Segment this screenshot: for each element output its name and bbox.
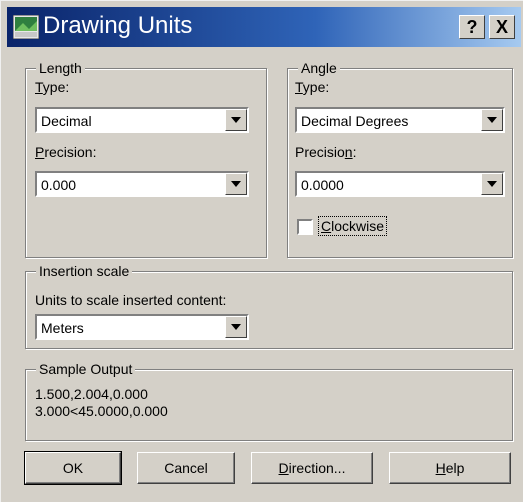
chevron-down-icon[interactable]	[225, 173, 247, 195]
insertion-units-label: Units to scale inserted content:	[35, 292, 227, 308]
length-precision-label: Precision:	[35, 144, 97, 160]
drawing-units-app-icon	[12, 14, 40, 40]
ok-button[interactable]: OK	[24, 451, 122, 485]
angle-precision-select[interactable]: 0.0000	[295, 171, 505, 197]
help-button[interactable]: Help	[389, 452, 511, 484]
length-type-label: Type:	[35, 79, 70, 95]
chevron-down-icon[interactable]	[225, 109, 247, 131]
close-button[interactable]: X	[489, 15, 515, 39]
angle-type-select[interactable]: Decimal Degrees	[295, 107, 505, 133]
clockwise-label[interactable]: Clockwise	[317, 216, 388, 236]
sample-output-line-2: 3.000<45.0000,0.000	[35, 403, 168, 419]
length-type-select[interactable]: Decimal	[35, 107, 249, 133]
cancel-button[interactable]: Cancel	[137, 452, 235, 484]
insertion-scale-legend: Insertion scale	[36, 262, 133, 280]
length-precision-value: 0.000	[41, 177, 77, 193]
chevron-down-icon[interactable]	[481, 109, 503, 131]
angle-legend: Angle	[298, 59, 340, 77]
angle-precision-value: 0.0000	[301, 177, 344, 193]
clockwise-checkbox[interactable]	[297, 219, 313, 235]
drawing-units-dialog: Drawing Units ? X Length Type: Decimal P…	[0, 0, 523, 502]
chevron-down-icon[interactable]	[481, 173, 503, 195]
help-title-button[interactable]: ?	[459, 15, 485, 39]
sample-output-line-1: 1.500,2.004,0.000	[35, 386, 148, 402]
angle-type-label: Type:	[295, 79, 330, 95]
chevron-down-icon[interactable]	[225, 316, 247, 338]
sample-output-legend: Sample Output	[36, 360, 136, 378]
length-type-value: Decimal	[41, 113, 92, 129]
length-group: Length	[25, 59, 267, 258]
insertion-units-value: Meters	[41, 320, 84, 336]
direction-button[interactable]: Direction...	[251, 452, 373, 484]
length-precision-select[interactable]: 0.000	[35, 171, 249, 197]
dialog-title: Drawing Units	[43, 12, 193, 39]
angle-precision-label: Precision:	[295, 144, 357, 160]
title-bar[interactable]: Drawing Units ? X	[7, 7, 521, 47]
angle-type-value: Decimal Degrees	[301, 113, 409, 129]
length-legend: Length	[36, 59, 85, 77]
insertion-units-select[interactable]: Meters	[35, 314, 249, 340]
